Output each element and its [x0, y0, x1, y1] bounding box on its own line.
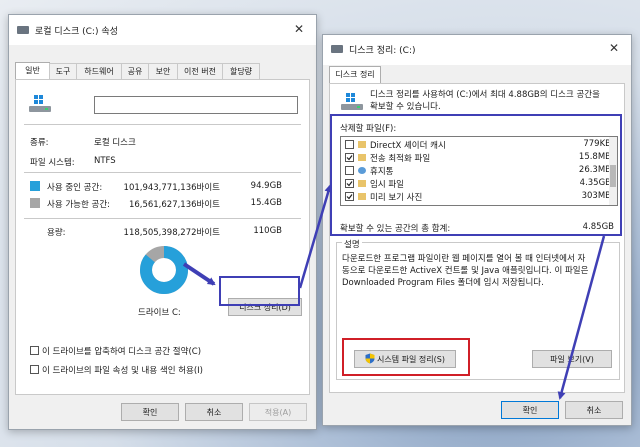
arrow-to-ok-button [557, 235, 606, 400]
arrow-to-files-list [298, 184, 333, 289]
annotation-arrows [182, 184, 606, 400]
arrow-to-cleanup-button [182, 262, 216, 286]
